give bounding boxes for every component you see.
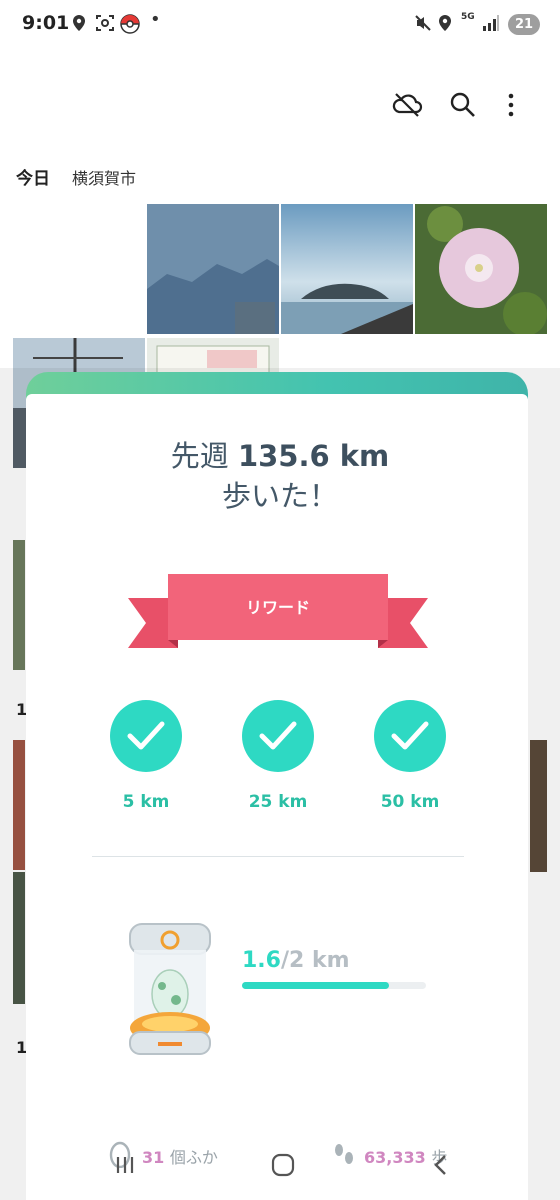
photo-thumbnail[interactable] (147, 204, 279, 334)
egg-progress-fill (242, 982, 390, 989)
network-label: 5G (461, 12, 475, 22)
home-icon[interactable] (270, 1152, 296, 1182)
search-icon[interactable] (446, 88, 480, 122)
recent-apps-icon[interactable] (112, 1152, 138, 1182)
hatched-suffix: 個ふか (169, 1148, 218, 1167)
pokeball-icon (120, 14, 140, 39)
photo-thumbnail[interactable] (281, 204, 413, 334)
steps-count: 63,333 (364, 1148, 426, 1167)
milestone-check-icon (374, 700, 446, 772)
egg-current-km: 1.6 (242, 948, 281, 973)
reward-ribbon: リワード (128, 572, 428, 654)
reward-label: リワード (245, 598, 310, 617)
location-label[interactable]: 横須賀市 (72, 165, 136, 189)
milestone-check-icon (242, 700, 314, 772)
signal-icon (482, 14, 500, 37)
hatched-stat: 31 個ふか (142, 1144, 218, 1168)
milestone-label: 25 km (248, 792, 308, 812)
photo-thumbnail[interactable] (415, 204, 547, 334)
mute-icon (414, 14, 432, 37)
footsteps-icon (332, 1140, 356, 1172)
scan-icon (95, 14, 115, 37)
more-vertical-icon[interactable] (494, 88, 528, 122)
egg-distance-progress: 1.6/2 km (242, 948, 350, 973)
location-icon (72, 14, 86, 37)
divider (92, 856, 464, 857)
dot-icon: • (150, 9, 161, 30)
headline-prefix: 先週 (170, 439, 229, 473)
egg-incubator-icon (124, 920, 216, 1060)
milestone-label: 50 km (380, 792, 440, 812)
weekly-distance-headline: 先週 135.6 km 歩いた！ (0, 436, 560, 516)
milestone-check-icon (110, 700, 182, 772)
battery-badge: 21 (508, 14, 540, 35)
hatched-count: 31 (142, 1148, 165, 1167)
location-icon-2 (438, 14, 452, 37)
headline-distance: 135.6 km (237, 439, 390, 473)
status-time: 9:01 (22, 12, 70, 34)
egg-total-km: /2 km (280, 948, 350, 973)
headline-line2: 歩いた！ (221, 479, 338, 513)
milestone-label: 5 km (122, 792, 170, 812)
date-label: 今日 (16, 169, 50, 189)
cloud-off-icon[interactable] (390, 88, 424, 122)
back-icon[interactable] (428, 1152, 454, 1182)
